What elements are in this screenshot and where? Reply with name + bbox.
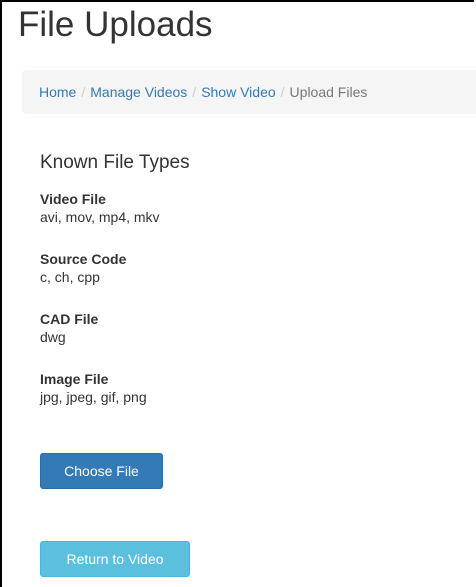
breadcrumb-manage-videos-link[interactable]: Manage Videos bbox=[90, 84, 187, 100]
breadcrumb-separator: / bbox=[192, 84, 197, 100]
breadcrumb-show-video-link[interactable]: Show Video bbox=[201, 84, 275, 100]
return-to-video-button[interactable]: Return to Video bbox=[40, 541, 190, 577]
file-type-extensions: c, ch, cpp bbox=[40, 269, 100, 285]
file-type-extensions: avi, mov, mp4, mkv bbox=[40, 209, 160, 225]
known-file-types-list: Video File avi, mov, mp4, mkv Source Cod… bbox=[40, 190, 160, 430]
breadcrumb-separator: / bbox=[280, 84, 285, 100]
file-type-name: Image File bbox=[40, 371, 109, 387]
breadcrumb-current-page: Upload Files bbox=[289, 84, 368, 100]
file-type-item-video: Video File avi, mov, mp4, mkv bbox=[40, 190, 160, 250]
file-type-name: CAD File bbox=[40, 311, 99, 327]
choose-file-button[interactable]: Choose File bbox=[40, 453, 163, 489]
breadcrumb-home-link[interactable]: Home bbox=[39, 84, 76, 100]
file-type-name: Source Code bbox=[40, 251, 127, 267]
known-file-types-heading: Known File Types bbox=[40, 152, 190, 173]
file-type-item-cad: CAD File dwg bbox=[40, 310, 160, 370]
file-type-name: Video File bbox=[40, 191, 106, 207]
file-type-extensions: jpg, jpeg, gif, png bbox=[40, 389, 147, 405]
breadcrumb-separator: / bbox=[81, 84, 86, 100]
file-type-item-image: Image File jpg, jpeg, gif, png bbox=[40, 370, 160, 430]
file-type-extensions: dwg bbox=[40, 329, 66, 345]
breadcrumb: Home / Manage Videos / Show Video / Uplo… bbox=[22, 70, 476, 114]
page-title: File Uploads bbox=[18, 5, 213, 44]
file-type-item-source-code: Source Code c, ch, cpp bbox=[40, 250, 160, 310]
